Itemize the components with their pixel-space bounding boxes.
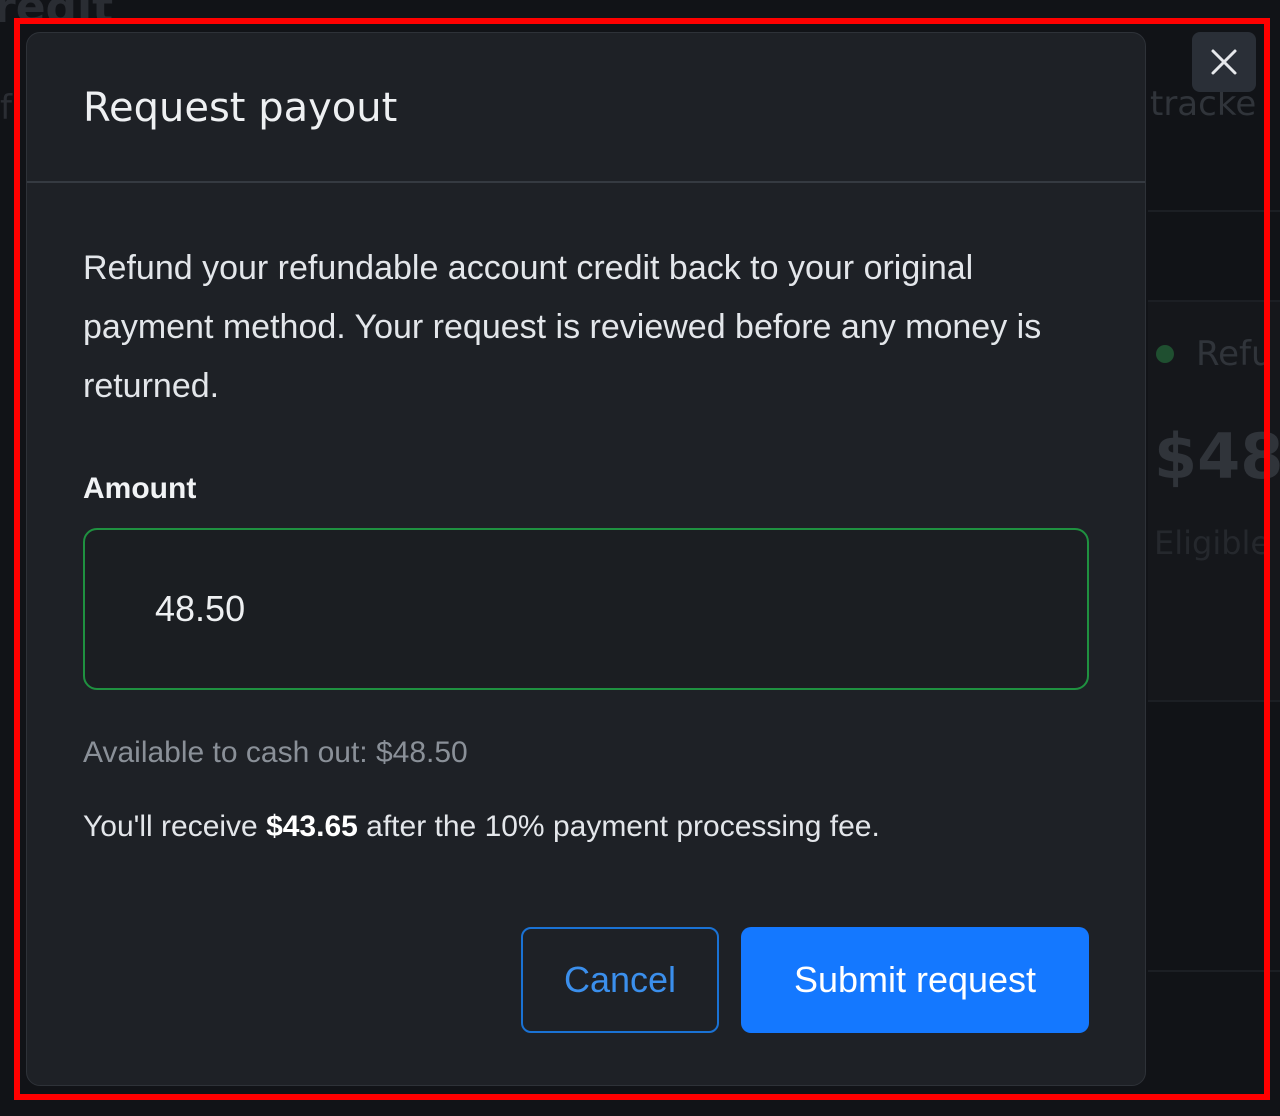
receive-summary: You'll receive $43.65 after the 10% paym… [83, 810, 1093, 844]
modal-description: Refund your refundable account credit ba… [83, 249, 1042, 405]
background-text-fragment: f [0, 88, 12, 128]
background-page-title: redit [0, 0, 114, 33]
background-divider [1148, 700, 1280, 702]
amount-input[interactable] [83, 528, 1089, 690]
amount-label: Amount [83, 472, 197, 505]
background-divider [1148, 970, 1280, 972]
available-balance-text: Available to cash out: $48.50 [83, 736, 468, 769]
receive-prefix: You'll receive [83, 810, 267, 843]
close-button[interactable] [1192, 32, 1256, 92]
background-amount: $48. [1154, 420, 1280, 493]
background-eligible-label: Eligible [1154, 524, 1271, 562]
status-dot-icon [1156, 345, 1174, 363]
background-divider [1148, 210, 1280, 212]
cancel-button[interactable]: Cancel [521, 927, 719, 1033]
submit-request-button[interactable]: Submit request [741, 927, 1089, 1033]
close-icon [1211, 49, 1237, 75]
modal-title: Request payout [83, 85, 398, 131]
request-payout-modal: Request payout Refund your refundable ac… [26, 32, 1146, 1086]
modal-body: Refund your refundable account credit ba… [83, 183, 1093, 844]
background-refund-label: Refu [1196, 334, 1273, 374]
receive-amount: $43.65 [266, 810, 358, 843]
receive-suffix: after the 10% payment processing fee. [357, 810, 880, 843]
modal-header: Request payout [27, 33, 1145, 183]
